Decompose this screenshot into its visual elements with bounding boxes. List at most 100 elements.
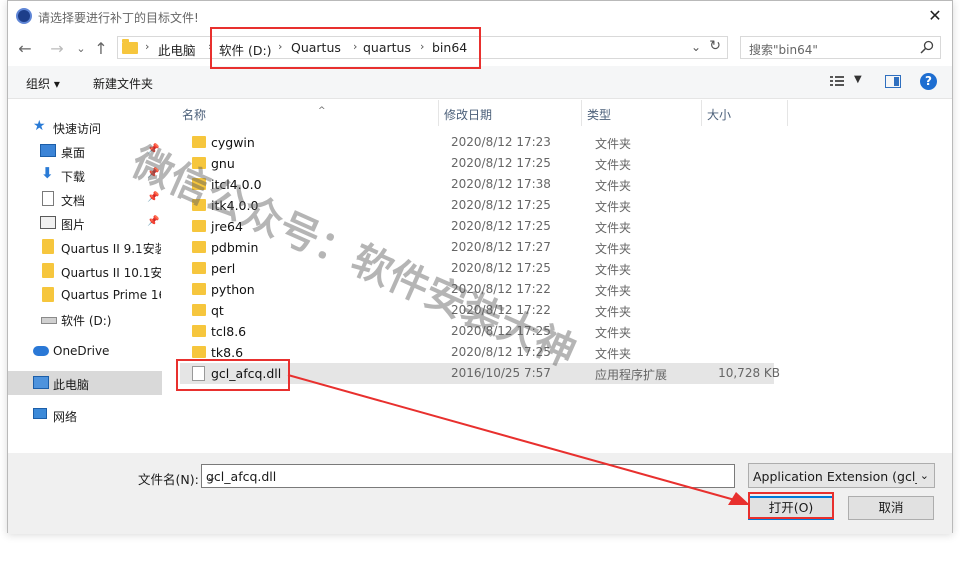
view-options-icon[interactable] bbox=[830, 75, 844, 87]
close-icon[interactable]: ✕ bbox=[926, 7, 944, 25]
sidebar-item-quartus-91[interactable]: Quartus II 9.1安装 bbox=[8, 235, 162, 259]
computer-icon bbox=[33, 376, 49, 389]
sidebar-item-label: OneDrive bbox=[53, 344, 110, 358]
open-button[interactable]: 打开(O) bbox=[748, 496, 834, 520]
column-divider[interactable] bbox=[787, 100, 788, 126]
file-date: 2020/8/12 17:27 bbox=[451, 240, 551, 254]
chevron-down-icon[interactable]: ⌄ bbox=[206, 469, 728, 484]
column-divider[interactable] bbox=[701, 100, 702, 126]
folder-icon bbox=[192, 304, 206, 316]
sidebar-item-quartus-101[interactable]: Quartus II 10.1安装 bbox=[8, 259, 162, 283]
help-icon[interactable]: ? bbox=[920, 73, 937, 90]
file-name: tk8.6 bbox=[211, 345, 244, 360]
drive-icon bbox=[41, 317, 57, 324]
sidebar-item-label: Quartus II 10.1安装 bbox=[61, 266, 161, 280]
file-type: 文件夹 bbox=[595, 221, 632, 235]
file-date: 2020/8/12 17:23 bbox=[451, 135, 551, 149]
sidebar-item-label: 图片 bbox=[61, 218, 86, 232]
column-header-label: 修改日期 bbox=[444, 108, 493, 122]
sidebar-item-label: 桌面 bbox=[61, 146, 86, 160]
file-row[interactable]: cygwin 2020/8/12 17:23 文件夹 bbox=[180, 132, 774, 153]
folder-icon bbox=[192, 325, 206, 337]
column-header-type[interactable]: 类型 bbox=[587, 100, 701, 126]
sidebar-item-label: Quartus Prime 16 bbox=[61, 288, 161, 302]
sidebar-item-quartus-prime[interactable]: Quartus Prime 16 bbox=[8, 283, 162, 307]
file-date: 2020/8/12 17:25 bbox=[451, 198, 551, 212]
preview-pane-icon[interactable] bbox=[885, 75, 901, 88]
file-name: python bbox=[211, 282, 255, 297]
file-row[interactable]: gnu 2020/8/12 17:25 文件夹 bbox=[180, 153, 774, 174]
window-title: 请选择要进行补丁的目标文件! bbox=[38, 11, 199, 25]
file-type: 文件夹 bbox=[595, 242, 632, 256]
sidebar-item-label: 此电脑 bbox=[53, 378, 90, 392]
sidebar-item-onedrive[interactable]: OneDrive bbox=[8, 339, 162, 363]
title-bar: 请选择要进行补丁的目标文件! ✕ bbox=[8, 1, 952, 32]
dll-file-icon bbox=[192, 366, 205, 381]
file-type: 文件夹 bbox=[595, 347, 632, 361]
sidebar-item-label: 文档 bbox=[61, 194, 86, 208]
column-divider[interactable] bbox=[581, 100, 582, 126]
filename-input[interactable]: gcl_afcq.dll ⌄ bbox=[201, 464, 735, 488]
address-bar[interactable]: › 此电脑 › 软件 (D:) › Quartus › quartus › bi… bbox=[117, 36, 728, 59]
view-dropdown-icon[interactable]: ▼ bbox=[854, 74, 862, 85]
breadcrumb-separator: › bbox=[145, 40, 150, 53]
sidebar-item-quick-access[interactable]: ★ 快速访问 bbox=[8, 115, 162, 139]
sidebar-item-network[interactable]: 网络 bbox=[8, 403, 162, 427]
chevron-down-icon[interactable]: ⌄ bbox=[920, 469, 929, 482]
file-row[interactable]: tk8.6 2020/8/12 17:25 文件夹 bbox=[180, 342, 774, 363]
search-icon[interactable] bbox=[920, 40, 934, 54]
column-header-label: 名称 bbox=[182, 108, 207, 122]
file-type: 文件夹 bbox=[595, 200, 632, 214]
file-type: 文件夹 bbox=[595, 305, 632, 319]
new-folder-button[interactable]: 新建文件夹 bbox=[93, 75, 153, 92]
breadcrumb-quartus-sub[interactable]: quartus bbox=[363, 40, 411, 55]
app-icon bbox=[16, 8, 32, 24]
organize-button[interactable]: 组织 ▾ bbox=[26, 75, 60, 92]
file-open-dialog: 请选择要进行补丁的目标文件! ✕ ← → ⌄ ↑ › 此电脑 › 软件 (D:)… bbox=[7, 0, 953, 534]
file-date: 2020/8/12 17:38 bbox=[451, 177, 551, 191]
file-type-filter-value: Application Extension (gcl_afcq.dll) bbox=[753, 469, 917, 484]
breadcrumb-separator: › bbox=[353, 40, 358, 53]
breadcrumb-quartus[interactable]: Quartus bbox=[291, 40, 341, 55]
search-input[interactable]: 搜索"bin64" bbox=[740, 36, 941, 59]
sidebar-item-label: 下载 bbox=[61, 170, 86, 184]
command-bar: 组织 ▾ 新建文件夹 ▼ ? bbox=[8, 66, 952, 99]
back-arrow-icon[interactable]: ← bbox=[14, 38, 36, 60]
column-header-name[interactable]: 名称 ^ bbox=[182, 100, 438, 126]
cancel-button[interactable]: 取消 bbox=[848, 496, 934, 520]
breadcrumb-drive-d[interactable]: 软件 (D:) bbox=[219, 40, 272, 59]
up-arrow-icon[interactable]: ↑ bbox=[90, 38, 112, 60]
breadcrumb-separator: › bbox=[208, 40, 213, 53]
sidebar-item-label: 网络 bbox=[53, 410, 78, 424]
file-name: qt bbox=[211, 303, 224, 318]
file-name: cygwin bbox=[211, 135, 255, 150]
forward-arrow-icon[interactable]: → bbox=[46, 38, 68, 60]
sidebar-item-label: Quartus II 9.1安装 bbox=[61, 242, 161, 256]
column-header-date[interactable]: 修改日期 bbox=[444, 100, 582, 126]
folder-icon bbox=[192, 220, 206, 232]
history-chevron-icon[interactable]: ⌄ bbox=[70, 38, 92, 60]
column-header-size[interactable]: 大小 bbox=[707, 100, 787, 126]
sidebar-item-this-pc[interactable]: 此电脑 bbox=[8, 371, 162, 395]
desktop-icon bbox=[40, 144, 56, 157]
breadcrumb-separator: › bbox=[278, 40, 283, 53]
pin-icon: 📌 bbox=[147, 216, 160, 227]
sidebar-item-pictures[interactable]: 图片 📌 bbox=[8, 211, 162, 235]
folder-icon bbox=[122, 39, 138, 54]
folder-icon bbox=[192, 136, 206, 148]
file-type: 应用程序扩展 bbox=[595, 368, 668, 382]
file-type: 文件夹 bbox=[595, 326, 632, 340]
breadcrumb-this-pc[interactable]: 此电脑 bbox=[158, 40, 196, 59]
chevron-down-icon[interactable]: ⌄ bbox=[691, 40, 701, 54]
column-divider[interactable] bbox=[438, 100, 439, 126]
file-row-selected[interactable]: gcl_afcq.dll 2016/10/25 7:57 应用程序扩展 10,728 … bbox=[180, 363, 780, 384]
sidebar-item-documents[interactable]: 文档 📌 bbox=[8, 187, 162, 211]
file-list: 名称 ^ 修改日期 类型 大小 cygwin 2020/8/12 17:23 文件夹… bbox=[168, 100, 953, 452]
folder-icon bbox=[42, 287, 54, 302]
breadcrumb-bin64[interactable]: bin64 bbox=[432, 40, 467, 55]
sidebar-item-label: 快速访问 bbox=[53, 122, 102, 136]
folder-icon bbox=[42, 263, 54, 278]
sidebar-item-drive-d[interactable]: 软件 (D:) bbox=[8, 307, 162, 331]
refresh-icon[interactable]: ↻ bbox=[709, 38, 721, 54]
file-type-filter[interactable]: Application Extension (gcl_afcq.dll) ⌄ bbox=[748, 463, 935, 488]
